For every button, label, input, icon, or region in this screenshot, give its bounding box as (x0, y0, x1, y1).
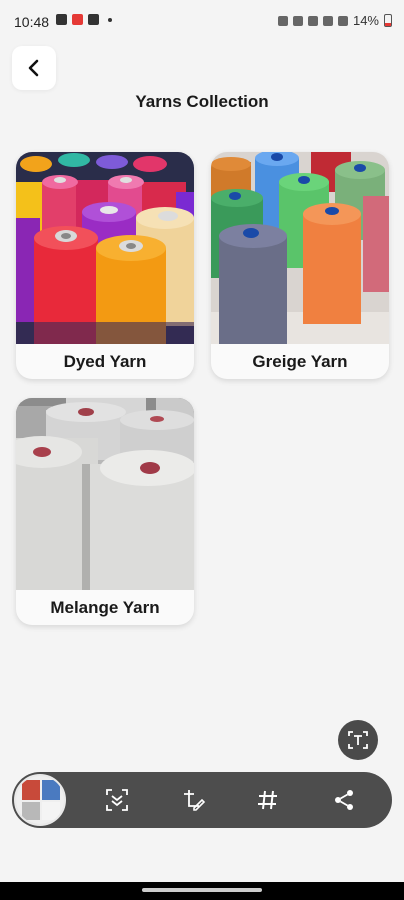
share-icon (335, 790, 353, 810)
card-label: Greige Yarn (252, 351, 348, 371)
battery-icon (384, 14, 392, 27)
home-gesture-handle[interactable] (142, 888, 262, 892)
melange-yarn-image (16, 398, 194, 590)
gallery-notification-icon (56, 14, 67, 25)
battery-saver-icon (88, 14, 99, 25)
screenshot-thumbnail[interactable] (14, 774, 66, 826)
arrow-left-icon (28, 59, 39, 77)
tag-button[interactable] (252, 784, 284, 816)
mute-icon (292, 15, 303, 26)
scan-text-icon (348, 731, 368, 749)
scroll-capture-button[interactable] (101, 784, 133, 816)
alarm-icon (277, 15, 288, 26)
status-time: 10:48 (14, 14, 50, 30)
scan-text-button[interactable] (338, 720, 378, 760)
share-button[interactable] (328, 784, 360, 816)
category-card-greige-yarn[interactable]: Greige Yarn (211, 152, 389, 379)
status-bar: 10:48 14% (0, 0, 404, 44)
back-button[interactable] (12, 46, 56, 90)
system-status: 14% (277, 13, 392, 28)
edit-button[interactable] (177, 784, 209, 816)
signal-icon (322, 15, 333, 26)
category-card-melange-yarn[interactable]: Melange Yarn (16, 398, 194, 625)
notification-icons (56, 14, 112, 25)
edit-icon (184, 790, 206, 811)
greige-yarn-image (211, 152, 389, 344)
dyed-yarn-image (16, 152, 194, 344)
card-label: Dyed Yarn (63, 351, 147, 371)
system-nav-bar (0, 882, 404, 900)
thumbnail-image (16, 776, 64, 824)
scroll-capture-icon (106, 789, 128, 811)
app-notification-icon (72, 14, 83, 25)
screenshot-toolbar (12, 772, 392, 828)
card-label: Melange Yarn (50, 597, 160, 617)
battery-percent: 14% (352, 13, 379, 28)
more-notifications-icon (108, 17, 112, 22)
wifi-icon (307, 15, 318, 26)
signal-2-icon (337, 15, 348, 26)
category-card-dyed-yarn[interactable]: Dyed Yarn (16, 152, 194, 379)
hashtag-icon (258, 790, 277, 810)
page-title: Yarns Collection (135, 92, 269, 111)
